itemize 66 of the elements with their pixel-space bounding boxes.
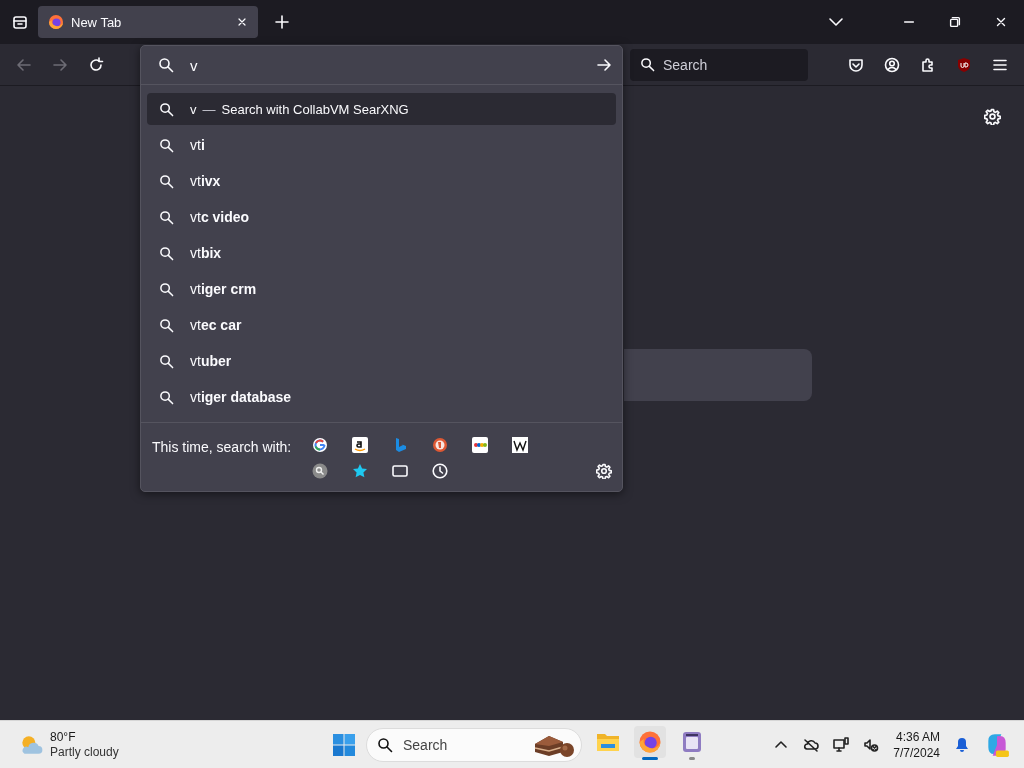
account-icon[interactable]	[884, 56, 900, 73]
search-with-label: This time, search with:	[152, 439, 293, 457]
search-icon	[159, 353, 174, 369]
star-icon[interactable]	[352, 463, 368, 479]
tab-title: New Tab	[71, 14, 123, 30]
suggestion-row[interactable]: vtc video	[147, 201, 616, 233]
suggestion-row[interactable]: vtivx	[147, 165, 616, 197]
search-field[interactable]: Search	[366, 727, 582, 762]
pocket-icon[interactable]	[848, 56, 864, 73]
tab-icon[interactable]	[392, 463, 408, 479]
settings-icon[interactable]	[984, 108, 1001, 125]
cloud-off-icon[interactable]	[803, 736, 820, 753]
network-icon[interactable]	[833, 736, 850, 753]
suggestion-row[interactable]: vtiger crm	[147, 273, 616, 305]
search-icon	[159, 281, 174, 297]
start-icon[interactable]	[332, 732, 356, 757]
search-icon	[159, 317, 174, 333]
reload-icon[interactable]	[88, 56, 104, 73]
search-placeholder: Search	[403, 736, 449, 753]
shield-icon[interactable]	[956, 56, 972, 73]
close-icon[interactable]	[994, 15, 1008, 29]
search-icon	[159, 101, 174, 117]
address-field[interactable]: v	[190, 56, 596, 74]
suggestion-row[interactable]: vtec car	[147, 309, 616, 341]
search-icon	[159, 389, 174, 405]
tab-list-icon[interactable]	[12, 14, 28, 30]
suggestion-row[interactable]: vtbix	[147, 237, 616, 269]
close-icon[interactable]	[236, 16, 248, 28]
weather-condition: Partly cloudy	[50, 744, 119, 760]
a-logo-icon[interactable]	[352, 437, 368, 453]
suggestion-row[interactable]: v — Search with CollabVM SearXNG	[147, 93, 616, 125]
search-icon	[159, 245, 174, 261]
g-logo-icon[interactable]	[312, 437, 328, 453]
notepad-icon[interactable]	[680, 729, 704, 754]
clock-time[interactable]: 4:36 AM	[895, 728, 940, 745]
extensions-icon[interactable]	[920, 56, 936, 73]
w-logo-icon[interactable]	[512, 437, 528, 453]
search-icon	[377, 736, 393, 753]
search-icon	[159, 173, 174, 189]
bell-icon[interactable]	[954, 736, 970, 753]
go-arrow-icon[interactable]	[596, 57, 612, 73]
forward-icon[interactable]	[52, 56, 68, 73]
search-icon	[158, 57, 174, 73]
clock-date[interactable]: 7/7/2024	[893, 744, 940, 761]
suggestion-row[interactable]: vti	[147, 129, 616, 161]
search-field[interactable]: Search	[630, 48, 808, 81]
magnifier-icon[interactable]	[312, 463, 328, 479]
browser-logo-icon	[48, 14, 64, 30]
browser-logo-icon[interactable]	[634, 725, 666, 758]
dotted-logo-icon[interactable]	[472, 437, 488, 453]
search-icon	[640, 57, 655, 72]
search-icon	[159, 209, 174, 225]
search-icon	[159, 137, 174, 153]
suggestion-row[interactable]: vtuber	[147, 345, 616, 377]
duck-logo-icon[interactable]	[432, 437, 448, 453]
suggestion-row[interactable]: vtiger database	[147, 381, 616, 413]
new-tab-icon[interactable]	[274, 14, 290, 30]
clock-icon[interactable]	[432, 463, 448, 479]
back-icon[interactable]	[16, 56, 32, 73]
restore-icon[interactable]	[948, 15, 962, 29]
search-field[interactable]	[624, 349, 812, 401]
settings-icon[interactable]	[596, 463, 612, 479]
speaker-muted-icon[interactable]	[863, 736, 880, 753]
search-placeholder: Search	[663, 56, 708, 73]
temperature: 80°F	[50, 729, 77, 745]
browser-tab[interactable]: New Tab	[38, 6, 258, 38]
